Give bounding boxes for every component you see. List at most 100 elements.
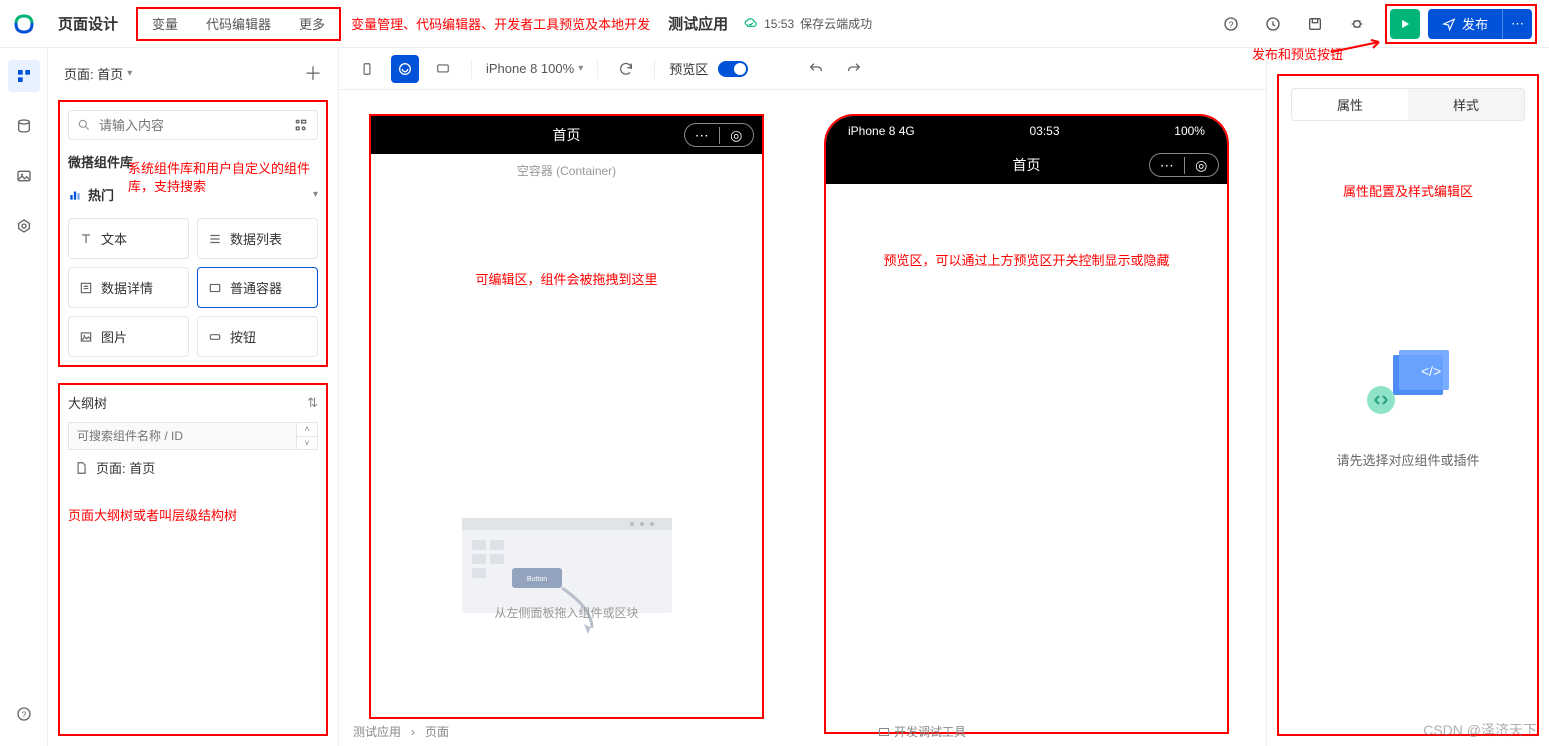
top-nav: 页面设计 变量 代码编辑器 更多 变量管理、代码编辑器、开发者工具预览及本地开发… xyxy=(48,0,872,47)
capsule-close-icon[interactable]: ◎ xyxy=(1185,157,1219,174)
status-time: 03:53 xyxy=(1029,124,1059,138)
editor-body[interactable]: 空容器 (Container) 可编辑区，组件会被拖拽到这里 Button xyxy=(371,154,762,717)
right-panel: 属性 样式 属性配置及样式编辑区 </> 请先选择对应组件或插件 xyxy=(1267,48,1549,746)
capsule-button[interactable]: ⋯◎ xyxy=(1149,153,1219,177)
cloud-text: 保存云端成功 xyxy=(800,15,872,32)
container-label: 空容器 (Container) xyxy=(517,162,616,179)
preview-page-title: 首页 xyxy=(1013,155,1041,175)
capsule-button[interactable]: ⋯◎ xyxy=(684,123,754,147)
chevron-down-icon: ▾ xyxy=(127,68,132,79)
add-page-button[interactable]: ＋ xyxy=(304,60,322,86)
comp-button[interactable]: 按钮 xyxy=(197,316,318,357)
anno-right: 属性配置及样式编辑区 xyxy=(1291,181,1525,200)
comp-datadetail[interactable]: 数据详情 xyxy=(68,267,189,308)
text-icon xyxy=(79,232,93,246)
properties-panel: 属性 样式 属性配置及样式编辑区 </> 请先选择对应组件或插件 xyxy=(1277,74,1539,736)
save-icon[interactable] xyxy=(1301,10,1329,38)
search-input[interactable] xyxy=(99,118,285,133)
carrier: iPhone 8 4G xyxy=(848,124,915,138)
comp-image[interactable]: 图片 xyxy=(68,316,189,357)
battery: 100% xyxy=(1174,124,1205,138)
watermark: CSDN @泽济天下 xyxy=(1423,720,1537,740)
empty-state-text: 请先选择对应组件或插件 xyxy=(1291,450,1525,469)
undo-button[interactable] xyxy=(802,55,830,83)
tab-attributes[interactable]: 属性 xyxy=(1292,89,1408,120)
capsule-menu-icon[interactable]: ⋯ xyxy=(1150,157,1185,174)
search-icon xyxy=(77,118,91,132)
chart-icon xyxy=(68,188,82,202)
hot-label: 热门 xyxy=(88,185,114,204)
redo-button[interactable] xyxy=(840,55,868,83)
left-panel: 页面: 首页 ▾ ＋ 微搭组件库 系统组件库和用户自定义的组件库，支持搜索 热门… xyxy=(48,48,338,746)
breadcrumb: 测试应用 › 页面 xyxy=(353,723,449,740)
rail-data[interactable] xyxy=(8,110,40,142)
preview-toggle[interactable] xyxy=(718,61,748,77)
component-search[interactable] xyxy=(68,110,318,140)
chevron-right-icon: › xyxy=(411,725,415,739)
capsule-close-icon[interactable]: ◎ xyxy=(720,127,754,144)
device-mobile[interactable] xyxy=(353,55,381,83)
drop-placeholder-icon: Button xyxy=(462,518,672,658)
nav-variables[interactable]: 变量 xyxy=(138,9,192,39)
step-down[interactable]: ˅ xyxy=(297,437,317,450)
top-bar: 页面设计 变量 代码编辑器 更多 变量管理、代码编辑器、开发者工具预览及本地开发… xyxy=(0,0,1549,48)
outline-header: 大纲树 ⇅ xyxy=(68,393,318,412)
publish-button[interactable]: 发布 ⋯ xyxy=(1428,9,1532,39)
drop-hint: 从左侧面板拖入组件或区块 xyxy=(494,604,638,621)
top-annotation: 变量管理、代码编辑器、开发者工具预览及本地开发 xyxy=(351,14,650,33)
crumb-page[interactable]: 页面 xyxy=(425,723,449,740)
device-select[interactable]: iPhone 8 100% ▾ xyxy=(486,61,583,76)
chevron-down-icon: ▾ xyxy=(313,189,318,200)
help-icon[interactable]: ? xyxy=(1217,10,1245,38)
nav-more[interactable]: 更多 xyxy=(285,9,339,39)
history-icon[interactable] xyxy=(1259,10,1287,38)
rail-image[interactable] xyxy=(8,160,40,192)
stepper: ˄ ˅ xyxy=(296,422,318,450)
canvas-area: iPhone 8 100% ▾ 预览区 首页 ⋯◎ xyxy=(338,48,1267,746)
run-button[interactable] xyxy=(1390,9,1420,39)
page-dropdown[interactable]: 页面: 首页 ▾ xyxy=(64,64,132,83)
list-icon xyxy=(208,232,222,246)
empty-state-icon: </> xyxy=(1363,350,1453,420)
svg-text:?: ? xyxy=(21,709,26,719)
capsule-menu-icon[interactable]: ⋯ xyxy=(685,127,720,144)
refresh-button[interactable] xyxy=(612,55,640,83)
preview-body: 预览区，可以通过上方预览区开关控制显示或隐藏 xyxy=(826,184,1227,335)
publish-more[interactable]: ⋯ xyxy=(1502,9,1532,39)
publish-label: 发布 xyxy=(1462,14,1488,33)
preview-frame: iPhone 8 4G 03:53 100% 首页 ⋯◎ 预览区，可以通过上方预… xyxy=(824,114,1229,734)
container-icon xyxy=(208,281,222,295)
outline-search-input[interactable] xyxy=(68,422,296,450)
outline-root-node[interactable]: 页面: 首页 xyxy=(68,450,318,485)
step-up[interactable]: ˄ xyxy=(297,423,317,437)
library-title: 微搭组件库 xyxy=(68,148,318,171)
cloud-check-icon xyxy=(744,17,758,31)
comp-datalist[interactable]: 数据列表 xyxy=(197,218,318,259)
bug-icon[interactable] xyxy=(1343,10,1371,38)
crumb-app[interactable]: 测试应用 xyxy=(353,723,401,740)
sort-icon[interactable]: ⇅ xyxy=(307,395,318,411)
debug-tools-link[interactable]: 开发调试工具 xyxy=(878,723,966,740)
device-tablet[interactable] xyxy=(391,55,419,83)
svg-text:?: ? xyxy=(1229,19,1234,29)
nav-code-editor[interactable]: 代码编辑器 xyxy=(192,9,285,39)
outline-title: 大纲树 xyxy=(68,393,107,412)
hot-section[interactable]: 热门 ▾ xyxy=(68,179,318,210)
rail-settings[interactable] xyxy=(8,210,40,242)
rail-help[interactable]: ? xyxy=(8,698,40,730)
canvas-body: 首页 ⋯◎ 空容器 (Container) 可编辑区，组件会被拖拽到这里 B xyxy=(339,90,1266,746)
cloud-time: 15:53 xyxy=(764,17,794,31)
component-grid: 文本 数据列表 数据详情 普通容器 图片 按钮 xyxy=(68,218,318,357)
tab-styles[interactable]: 样式 xyxy=(1408,89,1524,120)
page-icon xyxy=(74,461,88,475)
component-library-box: 微搭组件库 系统组件库和用户自定义的组件库，支持搜索 热门 ▾ 文本 数据列表 … xyxy=(58,100,328,367)
rail-components[interactable] xyxy=(8,60,40,92)
category-icon[interactable] xyxy=(293,117,309,133)
comp-text[interactable]: 文本 xyxy=(68,218,189,259)
device-desktop[interactable] xyxy=(429,55,457,83)
comp-container[interactable]: 普通容器 xyxy=(197,267,318,308)
outline-search: ˄ ˅ xyxy=(68,422,318,450)
terminal-icon xyxy=(878,726,890,738)
page-label: 页面: 首页 xyxy=(64,64,123,83)
anno-edit: 可编辑区，组件会被拖拽到这里 xyxy=(475,269,657,288)
